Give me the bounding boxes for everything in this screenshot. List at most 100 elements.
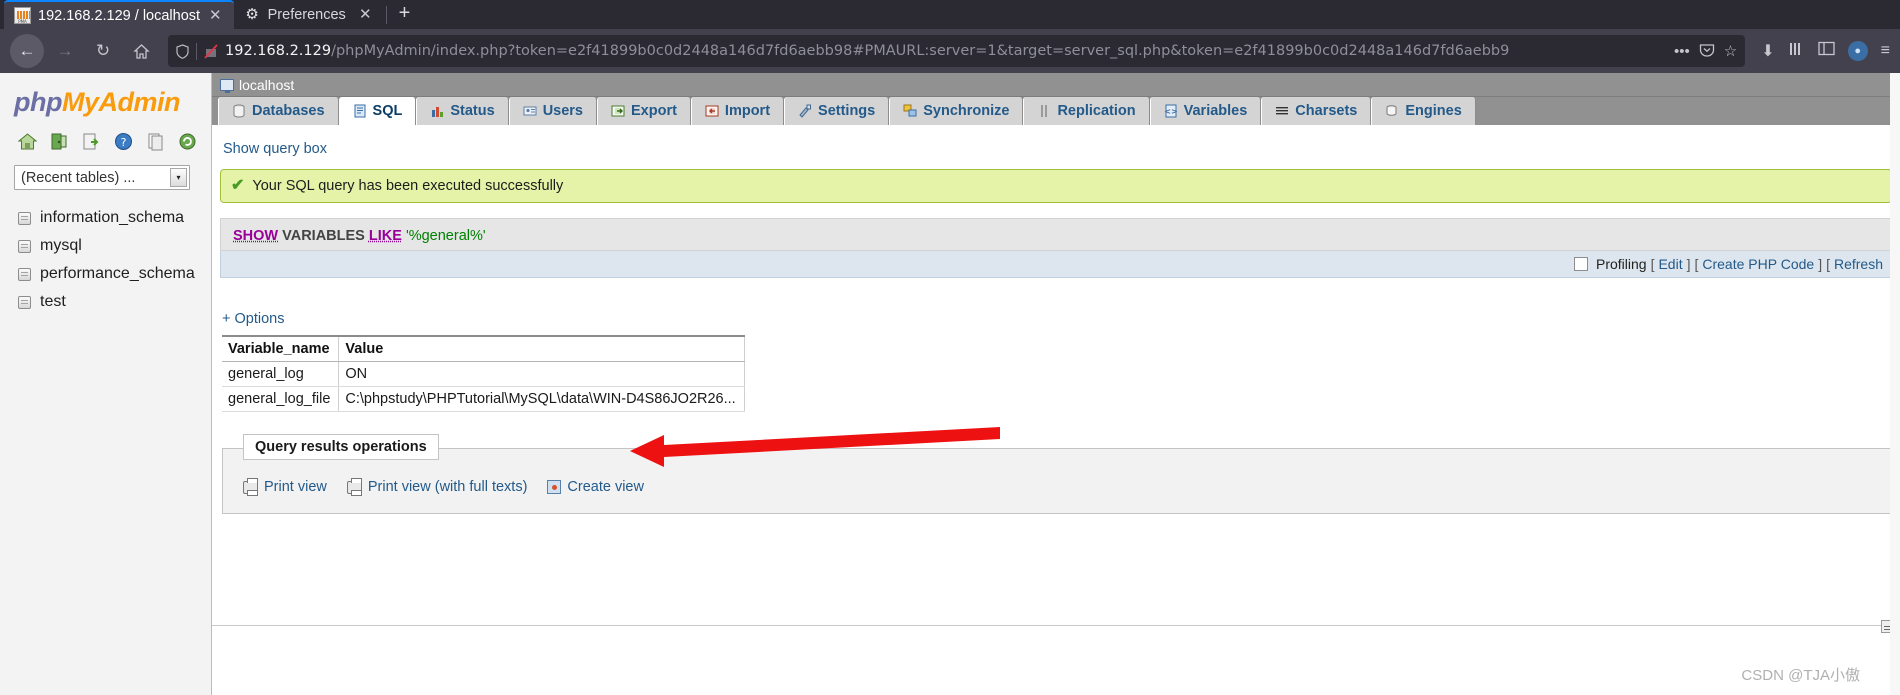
refresh-link[interactable]: Refresh	[1834, 256, 1883, 272]
tab-import[interactable]: Import	[690, 97, 785, 125]
gear-icon: ⚙	[245, 6, 259, 23]
close-icon[interactable]: ✕	[357, 7, 374, 22]
bracket-close: ]	[1818, 256, 1823, 272]
database-icon	[18, 239, 31, 253]
hamburger-menu-icon[interactable]: ≡	[1881, 42, 1890, 60]
new-tab-button[interactable]: +	[389, 3, 421, 23]
close-icon[interactable]: ✕	[207, 8, 224, 23]
edit-link[interactable]: Edit	[1658, 256, 1682, 272]
server-label: localhost	[239, 76, 295, 93]
logo-admin: Admin	[98, 87, 181, 117]
browser-tab-strip: 192.168.2.129 / localhost ✕ ⚙ Preference…	[0, 0, 1900, 29]
tab-users[interactable]: Users	[508, 97, 597, 125]
broken-lock-icon[interactable]	[204, 43, 218, 59]
browser-nav-bar: ← → ↻ 192.168.2.129/phpMyAdmin/index.php…	[0, 29, 1900, 73]
browser-tab-label: 192.168.2.129 / localhost	[38, 7, 201, 24]
pocket-icon[interactable]	[1699, 42, 1715, 61]
show-query-box-label: Show query box	[223, 141, 327, 157]
sql-keyword-like[interactable]: LIKE	[369, 228, 402, 244]
create-view-link[interactable]: Create view	[547, 479, 644, 495]
tab-replication[interactable]: Replication	[1023, 97, 1150, 125]
browser-tab-phpmyadmin[interactable]: 192.168.2.129 / localhost ✕	[4, 0, 234, 29]
column-header-variable-name[interactable]: Variable_name	[222, 336, 340, 362]
browser-tab-preferences[interactable]: ⚙ Preferences ✕	[234, 0, 384, 29]
print-view-full-texts-link[interactable]: Print view (with full texts)	[346, 477, 527, 496]
page-scrollbar[interactable]	[1890, 73, 1900, 695]
url-path: /phpMyAdmin/index.php?token=e2f41899b0c0…	[331, 43, 1510, 59]
url-text[interactable]: 192.168.2.129/phpMyAdmin/index.php?token…	[225, 43, 1667, 59]
charsets-icon	[1275, 104, 1289, 118]
back-icon[interactable]: ←	[10, 34, 44, 68]
settings-icon	[798, 104, 812, 118]
printer-icon	[346, 477, 362, 496]
sidebar-item-mysql[interactable]: mysql	[10, 232, 211, 260]
tab-synchronize[interactable]: Synchronize	[889, 97, 1024, 125]
database-icon	[18, 295, 31, 309]
export-icon[interactable]	[82, 132, 101, 151]
recent-tables-value: (Recent tables) ...	[21, 169, 136, 186]
sidebar-item-test[interactable]: test	[10, 288, 211, 316]
tab-charsets[interactable]: Charsets	[1261, 97, 1372, 125]
tab-status[interactable]: Status	[416, 97, 509, 125]
bookmark-star-icon[interactable]: ☆	[1724, 42, 1737, 60]
tab-variables[interactable]: <> Variables	[1149, 97, 1262, 125]
recent-tables-select[interactable]: (Recent tables) ... ▾	[14, 165, 190, 190]
tab-sql[interactable]: SQL	[338, 97, 417, 125]
printer-icon	[243, 477, 258, 496]
query-results-operations-panel: Query results operations Print view Prin…	[222, 434, 1900, 514]
home-icon[interactable]	[124, 34, 158, 68]
tab-label: Settings	[818, 103, 876, 119]
phpmyadmin-logo[interactable]: phpMyAdmin	[0, 73, 211, 124]
tab-engines[interactable]: Engines	[1371, 97, 1476, 125]
executed-sql-query: SHOW VARIABLES LIKE '%general%'	[220, 218, 1892, 251]
sidebar-quick-icons: ?	[0, 124, 211, 161]
chevron-down-icon[interactable]: ▾	[170, 168, 187, 187]
tab-label: Import	[724, 103, 771, 119]
recent-tables-wrap: (Recent tables) ... ▾	[0, 161, 211, 190]
reload-icon[interactable]: ↻	[86, 34, 120, 68]
sidebar-item-information-schema[interactable]: information_schema	[10, 204, 211, 232]
column-header-value[interactable]: Value	[338, 336, 745, 362]
phpmyadmin-main: localhost Databases SQL Status Users Exp…	[212, 73, 1900, 695]
shield-icon[interactable]	[176, 43, 189, 59]
options-toggle-link[interactable]: + Options	[222, 311, 1900, 327]
import-icon	[705, 104, 719, 118]
print-view-link[interactable]: Print view	[243, 477, 327, 496]
page-actions-icon[interactable]: •••	[1674, 43, 1690, 60]
url-bar-icons: ••• ☆	[1674, 42, 1737, 61]
replication-icon	[1037, 104, 1051, 118]
show-query-box-link[interactable]: Show query box	[212, 125, 1900, 165]
library-icon[interactable]	[1788, 41, 1805, 62]
help-icon[interactable]: ?	[114, 132, 133, 151]
cell-value: ON	[338, 361, 745, 387]
tab-settings[interactable]: Settings	[784, 97, 890, 125]
database-label: information_schema	[40, 209, 185, 226]
create-view-label: Create view	[567, 479, 644, 495]
tab-export[interactable]: Export	[597, 97, 691, 125]
refresh-icon[interactable]	[178, 132, 197, 151]
table-row[interactable]: general_log_file C:\phpstudy\PHPTutorial…	[222, 386, 745, 412]
create-php-code-link[interactable]: Create PHP Code	[1702, 256, 1814, 272]
sidebar-toggle-icon[interactable]	[1818, 41, 1835, 61]
docs-icon[interactable]	[146, 132, 165, 151]
sql-keyword-show[interactable]: SHOW	[233, 228, 278, 244]
sidebar-item-performance-schema[interactable]: performance_schema	[10, 260, 211, 288]
tab-databases[interactable]: Databases	[218, 97, 339, 125]
logout-icon[interactable]	[50, 132, 69, 151]
success-message-text: Your SQL query has been executed success…	[252, 178, 564, 194]
databases-icon	[232, 104, 246, 118]
database-label: mysql	[40, 237, 82, 254]
home-icon[interactable]	[17, 132, 38, 151]
forward-icon[interactable]: →	[48, 34, 82, 68]
url-bar[interactable]: 192.168.2.129/phpMyAdmin/index.php?token…	[168, 35, 1746, 67]
sql-keyword-variables: VARIABLES	[282, 228, 365, 244]
table-row[interactable]: general_log ON	[222, 361, 745, 387]
svg-text:?: ?	[121, 136, 127, 149]
url-separator	[196, 42, 197, 60]
account-avatar[interactable]: ●	[1847, 41, 1868, 61]
sql-icon	[353, 104, 367, 118]
main-tab-bar: Databases SQL Status Users Export Import…	[212, 97, 1900, 125]
bracket-open: [	[1694, 256, 1699, 272]
downloads-icon[interactable]: ⬇	[1761, 41, 1774, 61]
profiling-checkbox[interactable]	[1573, 257, 1588, 271]
